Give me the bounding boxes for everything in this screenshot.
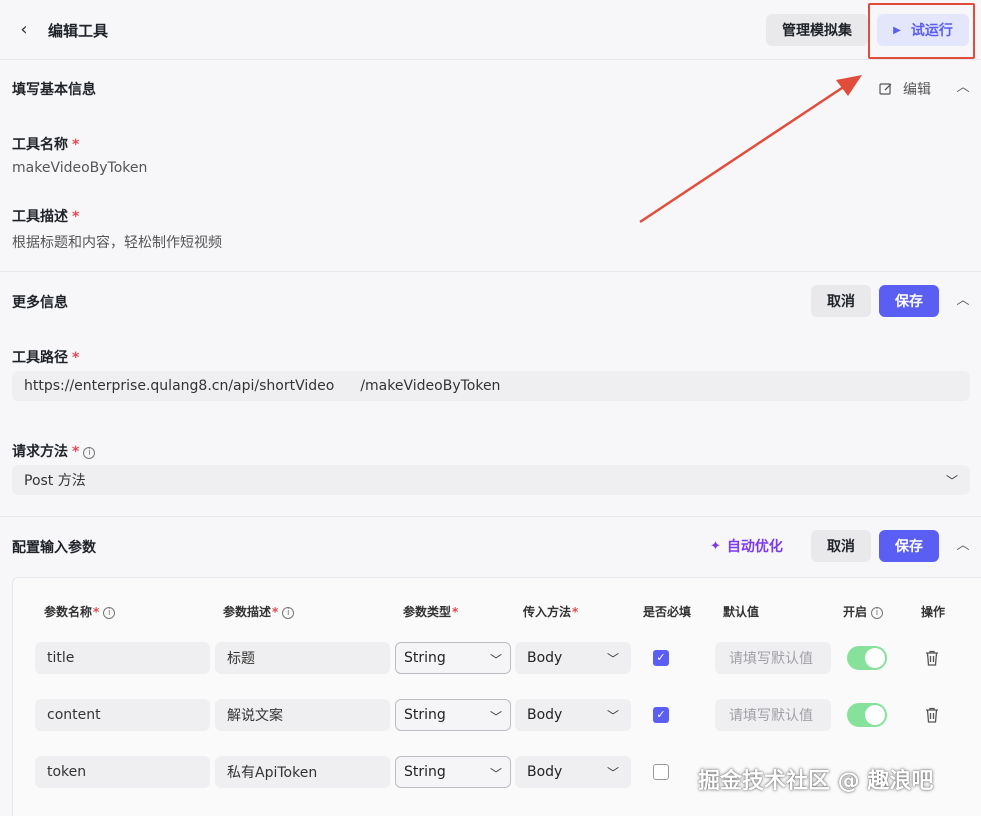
annotation-arrow-icon bbox=[639, 75, 862, 224]
watermark-text: 掘金技术社区 @ 趣浪吧 bbox=[698, 769, 934, 794]
watermark: 掘金技术社区 @ 趣浪吧 bbox=[698, 763, 933, 795]
